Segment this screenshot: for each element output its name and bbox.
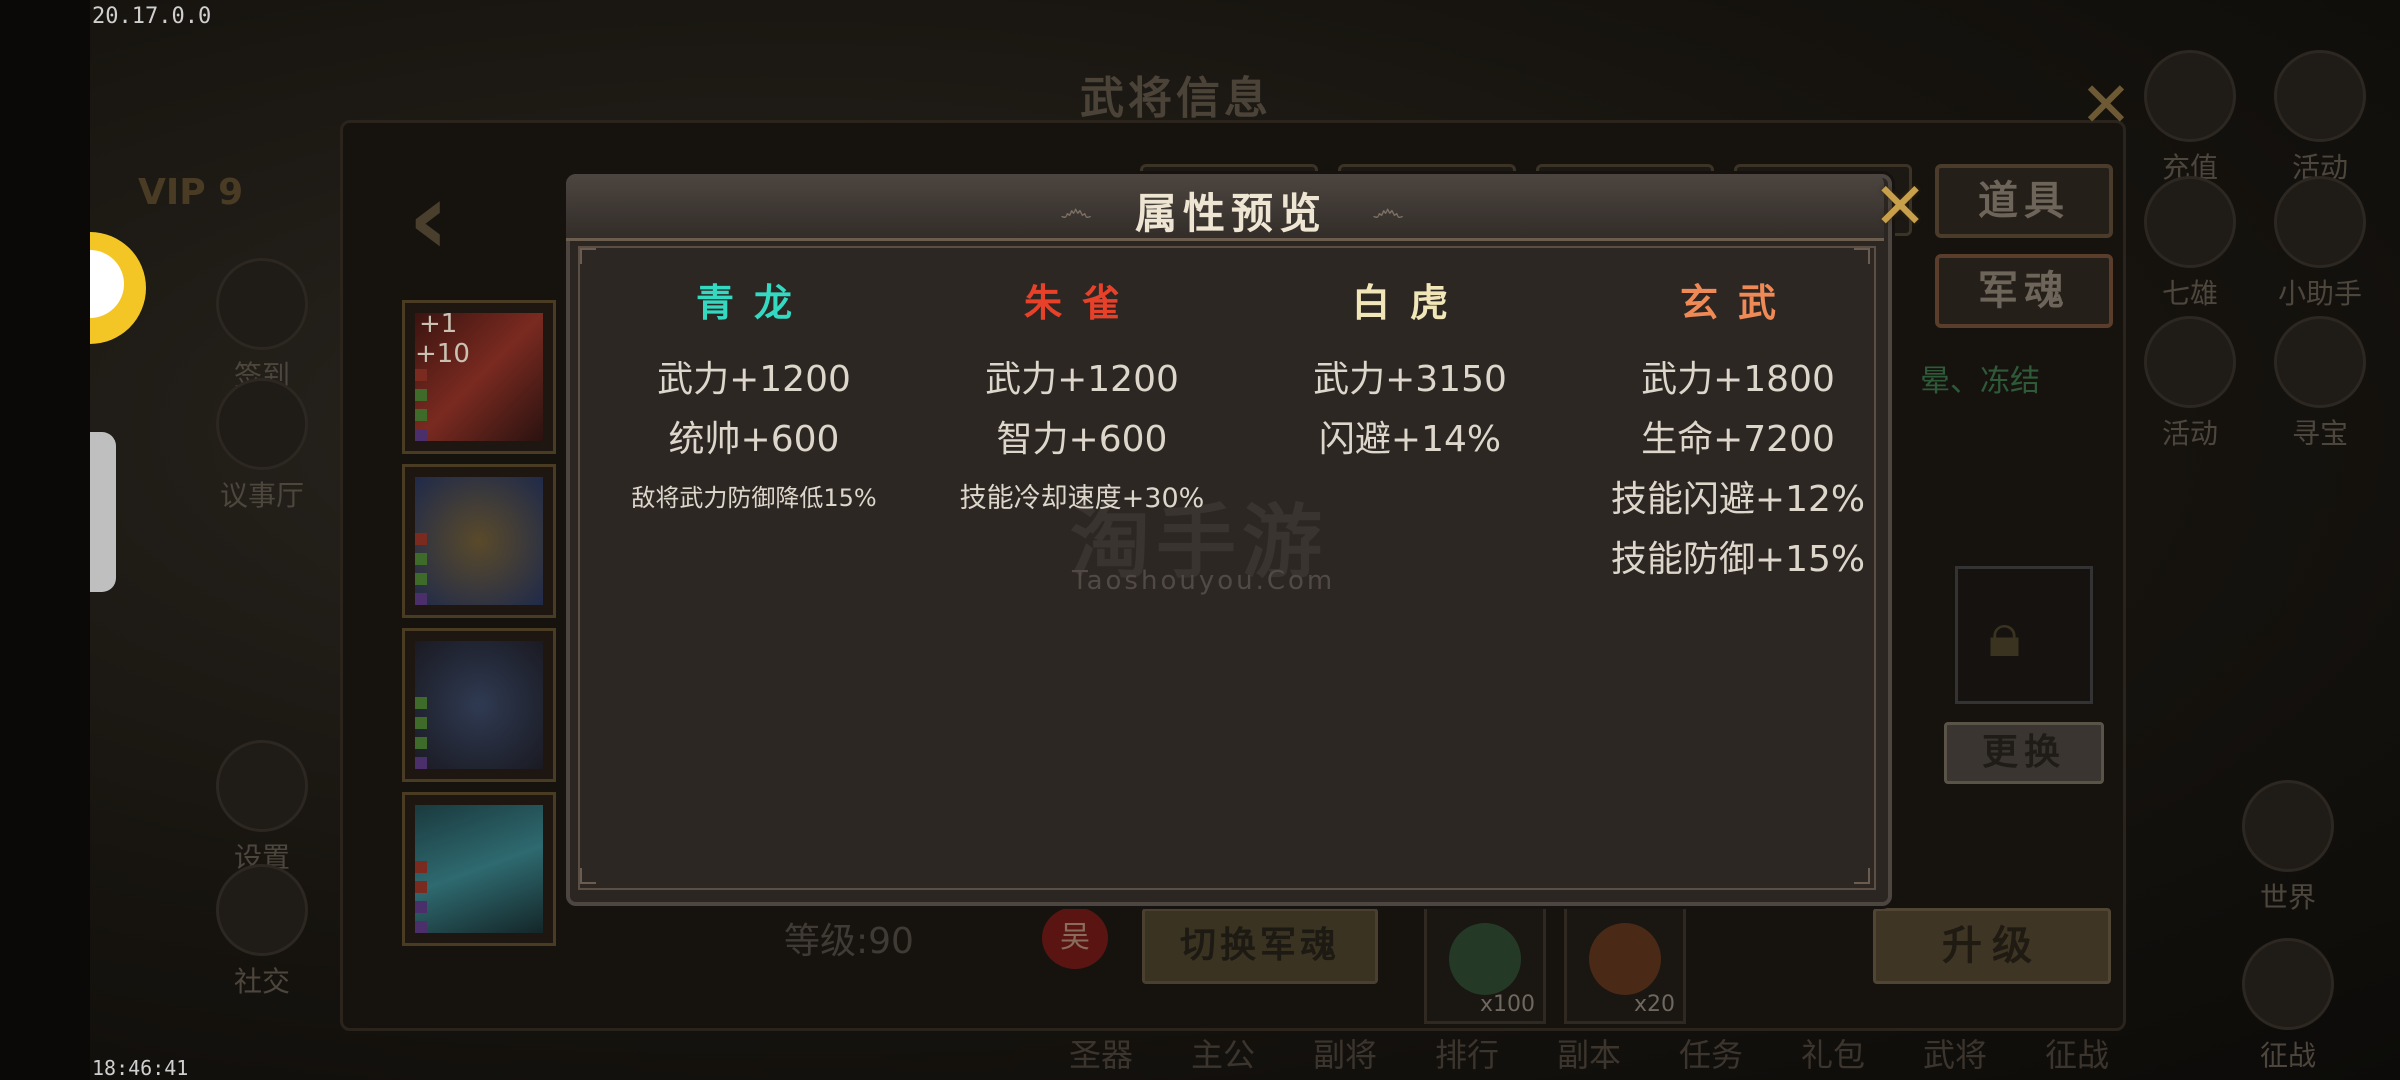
consumable-slot[interactable]: x20 <box>1564 900 1686 1024</box>
bottom-menu-item[interactable]: 主公 <box>1162 1030 1284 1076</box>
bottom-menu-item[interactable]: 排行 <box>1406 1030 1528 1076</box>
locked-slot[interactable] <box>1955 566 2093 704</box>
switch-soul-button[interactable]: 切换军魂 <box>1142 908 1378 984</box>
bottom-menu: 圣器 主公 副将 排行 副本 任务 礼包 武将 征战 <box>1040 1030 2300 1080</box>
back-arrow-icon[interactable]: ‹ <box>408 160 449 277</box>
version-label: 20.17.0.0 <box>92 4 212 29</box>
fire-orb-icon <box>1589 923 1661 995</box>
helper-icon <box>2274 176 2366 268</box>
menu-council[interactable]: 议事厅 <box>212 378 312 514</box>
stat-line: 技能防御+15% <box>1610 539 1866 580</box>
menu-settings[interactable]: 设置 <box>212 740 312 876</box>
stat-line: 武力+1800 <box>1641 359 1835 400</box>
frame-corner <box>1854 868 1870 884</box>
checkin-icon <box>216 258 308 350</box>
frame-corner <box>580 248 596 264</box>
bottom-menu-item[interactable]: 礼包 <box>1772 1030 1894 1076</box>
frame-corner <box>580 868 596 884</box>
gift-icon <box>2274 50 2366 142</box>
treasure-chest-icon <box>2274 316 2366 408</box>
soul-slot[interactable]: +1 +10 <box>402 300 556 454</box>
recharge-icon <box>2144 50 2236 142</box>
menu-social[interactable]: 社交 <box>212 864 312 1000</box>
dragon-emblem-icon <box>415 477 543 605</box>
crystal-icon <box>415 805 543 933</box>
cloud-ornament-icon: ෴ <box>1372 190 1405 230</box>
clock-label: 18:46:41 <box>92 1056 189 1080</box>
menu-recharge[interactable]: 充值 <box>2140 50 2240 186</box>
seven-heroes-icon <box>2144 176 2236 268</box>
side-drawer-handle[interactable] <box>90 432 116 592</box>
social-icon <box>216 864 308 956</box>
stat-line: 闪避+14% <box>1318 419 1502 460</box>
activity-icon <box>2144 316 2236 408</box>
stat-line-effect: 技能冷却速度+30% <box>959 483 1205 514</box>
dialog-title: 属性预览 <box>1135 189 1328 238</box>
consumable-count: x20 <box>1633 992 1675 1017</box>
bottom-menu-item[interactable]: 圣器 <box>1040 1030 1162 1076</box>
menu-seven-heroes[interactable]: 七雄 <box>2140 176 2240 312</box>
menu-helper[interactable]: 小助手 <box>2270 176 2370 312</box>
slot-plus-label: +1 <box>419 309 458 339</box>
menu-treasure[interactable]: 寻宝 <box>2270 316 2370 452</box>
soul-slot[interactable] <box>402 628 556 782</box>
close-icon[interactable]: ✕ <box>1867 175 1933 241</box>
stat-line: 武力+1200 <box>657 359 851 400</box>
bottom-menu-item[interactable]: 副本 <box>1528 1030 1650 1076</box>
watermark-url: Taoshouyou.Com <box>1072 566 1336 596</box>
consumable-slot[interactable]: x100 <box>1424 900 1546 1024</box>
tab-army-soul[interactable]: 军魂 <box>1935 254 2113 328</box>
stat-line: 武力+3150 <box>1313 359 1507 400</box>
lock-icon: 🔒︎ <box>1988 598 2021 671</box>
hero-panel-close-icon[interactable]: ✕ <box>2080 68 2132 141</box>
council-icon <box>216 378 308 470</box>
world-icon <box>2242 780 2334 872</box>
gem-column <box>415 861 429 941</box>
frame-corner <box>1854 248 1870 264</box>
kingdom-badge: 吴 <box>1042 907 1108 969</box>
stat-line: 统帅+600 <box>668 419 840 460</box>
level-label: 等级:90 <box>784 921 914 962</box>
slot-plus-sub-label: +10 <box>415 339 470 369</box>
jade-orb-icon <box>1449 923 1521 995</box>
menu-world[interactable]: 世界 <box>2238 780 2338 916</box>
bottom-menu-item[interactable]: 武将 <box>1894 1030 2016 1076</box>
gem-column <box>415 697 429 777</box>
menu-events[interactable]: 活动 <box>2270 50 2370 186</box>
skill-effect-hint: 晕、冻结 <box>1920 364 2040 399</box>
swap-button[interactable]: 更换 <box>1944 722 2104 784</box>
stat-line: 智力+600 <box>996 419 1168 460</box>
menu-activity[interactable]: 活动 <box>2140 316 2240 452</box>
hero-panel-title: 武将信息 <box>1080 73 1272 124</box>
campaign-icon <box>2242 938 2334 1030</box>
gem-column <box>415 533 429 613</box>
column-title-baihu: 白虎 <box>1351 281 1468 325</box>
stat-line: 技能闪避+12% <box>1610 479 1866 520</box>
column-title-zhuque: 朱雀 <box>1023 281 1140 325</box>
cloud-ornament-icon: ෴ <box>1060 190 1093 230</box>
consumable-count: x100 <box>1479 992 1535 1017</box>
stat-line: 生命+7200 <box>1641 419 1835 460</box>
tab-items[interactable]: 道具 <box>1935 164 2113 238</box>
bottom-menu-item[interactable]: 副将 <box>1284 1030 1406 1076</box>
gem-column <box>415 369 429 449</box>
bottom-menu-item[interactable]: 征战 <box>2016 1030 2138 1076</box>
stat-line: 武力+1200 <box>985 359 1179 400</box>
soul-slot[interactable] <box>402 792 556 946</box>
beast-icon <box>415 641 543 769</box>
column-title-qinglong: 青龙 <box>695 281 812 325</box>
settings-icon <box>216 740 308 832</box>
menu-checkin[interactable]: 签到 <box>212 258 312 394</box>
bottom-menu-item[interactable]: 任务 <box>1650 1030 1772 1076</box>
vip-level: VIP 9 <box>138 172 244 213</box>
stat-line-effect: 敌将武力防御降低15% <box>631 484 877 512</box>
column-title-xuanwu: 玄武 <box>1679 281 1796 325</box>
upgrade-button[interactable]: 升级 <box>1873 908 2111 984</box>
soul-slot[interactable] <box>402 464 556 618</box>
